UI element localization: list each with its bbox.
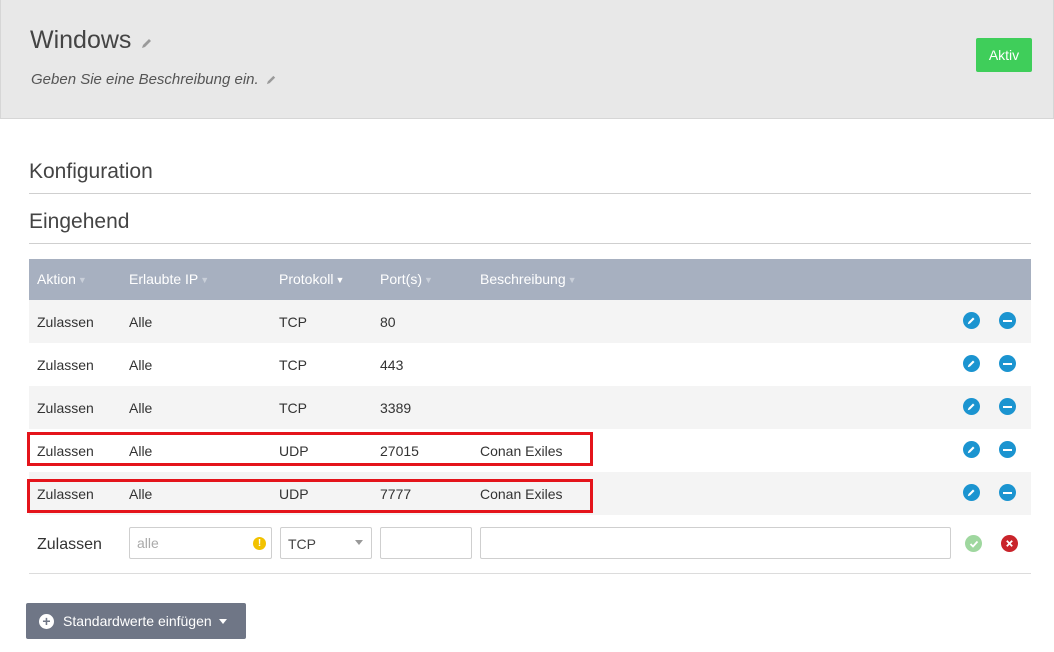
remove-rule-icon[interactable] — [999, 398, 1016, 415]
edit-rule-icon[interactable] — [963, 484, 980, 501]
section-config-title: Konfiguration — [29, 160, 153, 183]
cell-protocol: TCP — [279, 314, 307, 330]
cell-action: Zulassen — [37, 357, 94, 373]
cell-protocol: TCP — [279, 400, 307, 416]
table-row: Zulassen Alle TCP 80 — [29, 300, 1031, 343]
cell-ip: Alle — [129, 357, 153, 373]
insert-defaults-button[interactable]: + Standardwerte einfügen — [26, 603, 246, 639]
description-input[interactable] — [481, 528, 950, 558]
edit-title-pencil-icon[interactable] — [141, 27, 153, 56]
remove-rule-icon[interactable] — [999, 312, 1016, 329]
cell-ip: Alle — [129, 314, 153, 330]
description-text: Geben Sie eine Beschreibung ein. — [31, 71, 259, 88]
protocol-select-value: TCP — [288, 536, 316, 552]
sort-caret-icon: ▼ — [424, 275, 433, 285]
remove-rule-icon[interactable] — [999, 441, 1016, 458]
remove-rule-icon[interactable] — [999, 355, 1016, 372]
new-rule-row: Zulassen ! TCP — [29, 515, 1031, 574]
port-input-field[interactable] — [380, 527, 472, 559]
firewall-rules-table: Aktion ▼ Erlaubte IP ▼ Protokoll ▼ Port(s) ▼… — [29, 259, 1031, 574]
edit-rule-icon[interactable] — [963, 355, 980, 372]
confirm-check-icon[interactable] — [965, 535, 982, 552]
edit-description-pencil-icon[interactable] — [266, 72, 277, 89]
section-inbound-title: Eingehend — [29, 210, 130, 233]
description-input-field[interactable] — [480, 527, 951, 559]
header-panel: Windows Geben Sie eine Beschreibung ein.… — [0, 0, 1054, 119]
plus-circle-icon: + — [39, 613, 54, 629]
column-header-action[interactable]: Aktion ▼ — [37, 271, 87, 287]
edit-rule-icon[interactable] — [963, 441, 980, 458]
ip-input[interactable] — [130, 528, 271, 558]
protocol-select[interactable]: TCP — [280, 527, 372, 559]
table-header: Aktion ▼ Erlaubte IP ▼ Protokoll ▼ Port(s) ▼… — [29, 259, 1031, 300]
chevron-down-icon — [355, 540, 363, 545]
cell-action: Zulassen — [37, 400, 94, 416]
sort-caret-icon: ▼ — [200, 275, 210, 285]
column-header-ip[interactable]: Erlaubte IP ▼ — [129, 271, 209, 287]
cell-port: 443 — [380, 357, 404, 373]
warning-icon: ! — [253, 537, 266, 550]
cancel-close-icon[interactable] — [1001, 535, 1018, 552]
cell-action: Zulassen — [37, 314, 94, 330]
highlight-box — [27, 479, 593, 513]
column-header-ports[interactable]: Port(s) ▼ — [380, 271, 433, 287]
divider — [29, 243, 1031, 244]
cell-protocol: TCP — [279, 357, 307, 373]
new-rule-action: Zulassen — [37, 536, 102, 553]
highlight-box — [27, 432, 593, 466]
column-header-protocol[interactable]: Protokoll ▼ — [279, 271, 344, 287]
caret-down-icon — [218, 618, 227, 624]
title-text: Windows — [30, 26, 132, 54]
ip-input-field[interactable]: ! — [129, 527, 272, 559]
edit-rule-icon[interactable] — [963, 398, 980, 415]
column-header-description[interactable]: Beschreibung ▼ — [480, 271, 577, 287]
sort-caret-icon: ▼ — [77, 275, 87, 285]
sort-caret-icon: ▼ — [567, 275, 577, 285]
insert-defaults-label: Standardwerte einfügen — [63, 613, 212, 629]
table-row: Zulassen Alle TCP 443 — [29, 343, 1031, 386]
status-active-button[interactable]: Aktiv — [976, 38, 1032, 72]
edit-rule-icon[interactable] — [963, 312, 980, 329]
divider — [29, 193, 1031, 194]
cell-port: 3389 — [380, 400, 412, 416]
remove-rule-icon[interactable] — [999, 484, 1016, 501]
port-input[interactable] — [381, 528, 471, 558]
cell-port: 80 — [380, 314, 396, 330]
page-description[interactable]: Geben Sie eine Beschreibung ein. — [31, 71, 277, 89]
table-row: Zulassen Alle TCP 3389 — [29, 386, 1031, 429]
cell-ip: Alle — [129, 400, 153, 416]
sort-caret-icon: ▼ — [335, 275, 345, 285]
page-title[interactable]: Windows — [30, 26, 153, 56]
